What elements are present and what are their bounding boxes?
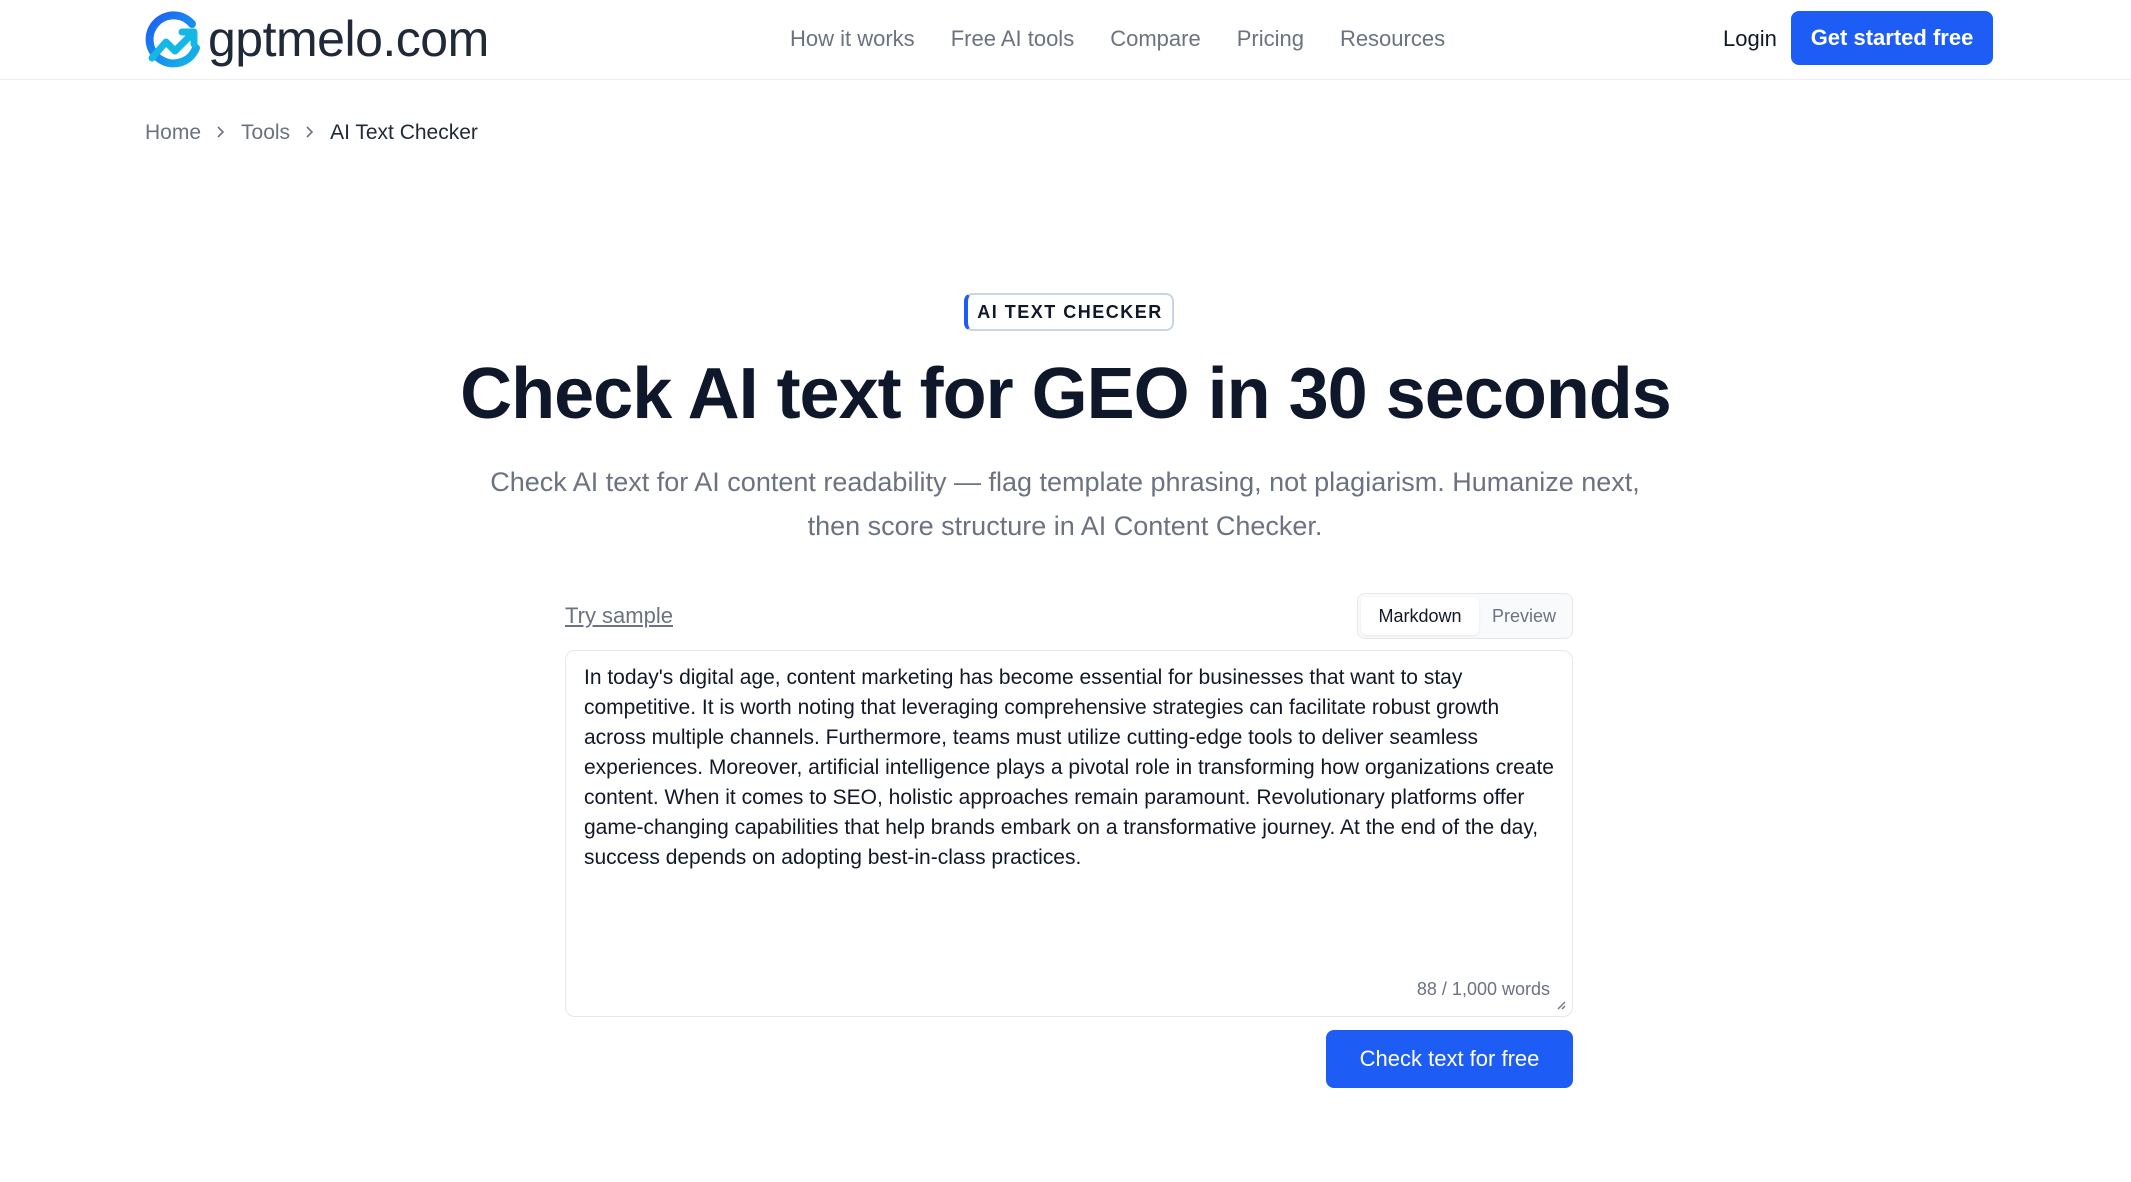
login-link[interactable]: Login xyxy=(1723,20,1777,58)
breadcrumb-tools[interactable]: Tools xyxy=(241,118,290,148)
logo[interactable]: gptmelo.com xyxy=(142,8,489,70)
view-toggle: Markdown Preview xyxy=(1357,593,1573,639)
input-text[interactable]: In today's digital age, content marketin… xyxy=(584,663,1554,873)
site-header: gptmelo.com How it works Free AI tools C… xyxy=(0,0,2131,80)
breadcrumb: Home Tools AI Text Checker xyxy=(145,118,478,148)
nav-compare[interactable]: Compare xyxy=(1110,20,1200,58)
chevron-right-icon xyxy=(304,118,316,148)
breadcrumb-current: AI Text Checker xyxy=(330,121,478,144)
breadcrumb-home[interactable]: Home xyxy=(145,118,201,148)
tab-preview[interactable]: Preview xyxy=(1479,597,1569,635)
g-arrow-logo-icon xyxy=(145,11,200,68)
page-title: Check AI text for GEO in 30 seconds xyxy=(460,354,1672,434)
nav-pricing[interactable]: Pricing xyxy=(1237,20,1304,58)
get-started-button[interactable]: Get started free xyxy=(1791,11,1993,65)
logo-text: gptmelo.com xyxy=(208,11,489,67)
nav-free-ai-tools[interactable]: Free AI tools xyxy=(951,20,1075,58)
check-text-button[interactable]: Check text for free xyxy=(1326,1030,1573,1088)
chevron-right-icon xyxy=(215,118,227,148)
nav-how-it-works[interactable]: How it works xyxy=(790,20,915,58)
tab-markdown[interactable]: Markdown xyxy=(1361,597,1479,635)
text-input-area[interactable]: In today's digital age, content marketin… xyxy=(565,650,1573,1017)
try-sample-link[interactable]: Try sample xyxy=(565,600,673,632)
word-count: 88 / 1,000 words xyxy=(1416,979,1550,999)
resize-handle-icon[interactable] xyxy=(1554,998,1566,1010)
main-nav: How it works Free AI tools Compare Prici… xyxy=(790,20,1445,58)
page-subtitle: Check AI text for AI content readability… xyxy=(490,467,1640,541)
nav-resources[interactable]: Resources xyxy=(1340,20,1445,58)
section-badge: AI TEXT CHECKER xyxy=(964,293,1174,331)
